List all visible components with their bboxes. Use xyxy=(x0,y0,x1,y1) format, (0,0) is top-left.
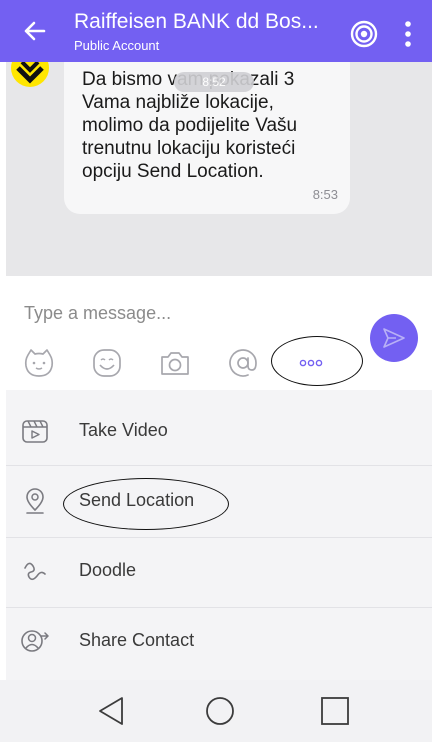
share-contact-icon xyxy=(21,630,49,652)
send-button[interactable] xyxy=(370,314,418,362)
menu-item-doodle[interactable]: Doodle xyxy=(6,536,432,606)
menu-divider xyxy=(6,607,432,608)
viber-rings-icon[interactable] xyxy=(349,19,379,49)
menu-item-take-video[interactable]: Take Video xyxy=(6,396,432,466)
location-annotation-circle xyxy=(63,478,229,530)
message-input[interactable] xyxy=(24,300,344,326)
menu-item-share-contact[interactable]: Share Contact xyxy=(6,606,432,676)
video-icon xyxy=(22,420,48,443)
more-vertical-icon[interactable] xyxy=(398,20,418,48)
extended-menu: Take Video Send Location Doodle Share Co… xyxy=(6,390,432,680)
at-sign-icon[interactable] xyxy=(226,346,260,380)
more-annotation-circle xyxy=(271,336,363,386)
message-time: 8:53 xyxy=(312,187,338,202)
menu-item-label: Doodle xyxy=(79,560,137,580)
chat-header: Raiffeisen BANK dd Bos... Public Account xyxy=(0,0,432,62)
chat-area: Da bismo vam pokazali 3 Vama najbliže lo… xyxy=(6,62,432,276)
emoji-icon[interactable] xyxy=(90,346,124,380)
doodle-icon xyxy=(24,562,46,581)
bank-avatar[interactable] xyxy=(10,62,50,88)
menu-item-label: Share Contact xyxy=(79,630,195,650)
arrow-left-icon[interactable] xyxy=(18,14,52,48)
camera-icon[interactable] xyxy=(158,346,192,380)
chat-title[interactable]: Raiffeisen BANK dd Bos... xyxy=(74,10,319,34)
system-navbar xyxy=(0,680,432,742)
message-composer xyxy=(0,276,432,390)
chat-subtitle: Public Account xyxy=(74,38,160,53)
send-icon xyxy=(383,328,405,348)
location-pin-icon xyxy=(26,488,44,514)
menu-divider xyxy=(6,537,432,538)
sticker-icon[interactable] xyxy=(22,346,56,380)
nav-home-icon[interactable] xyxy=(201,692,239,730)
nav-recents-icon[interactable] xyxy=(316,692,354,730)
nav-back-icon[interactable] xyxy=(92,692,130,730)
menu-item-label: Take Video xyxy=(79,420,168,440)
menu-divider xyxy=(6,465,432,466)
date-pill: 8:52 xyxy=(174,72,254,92)
